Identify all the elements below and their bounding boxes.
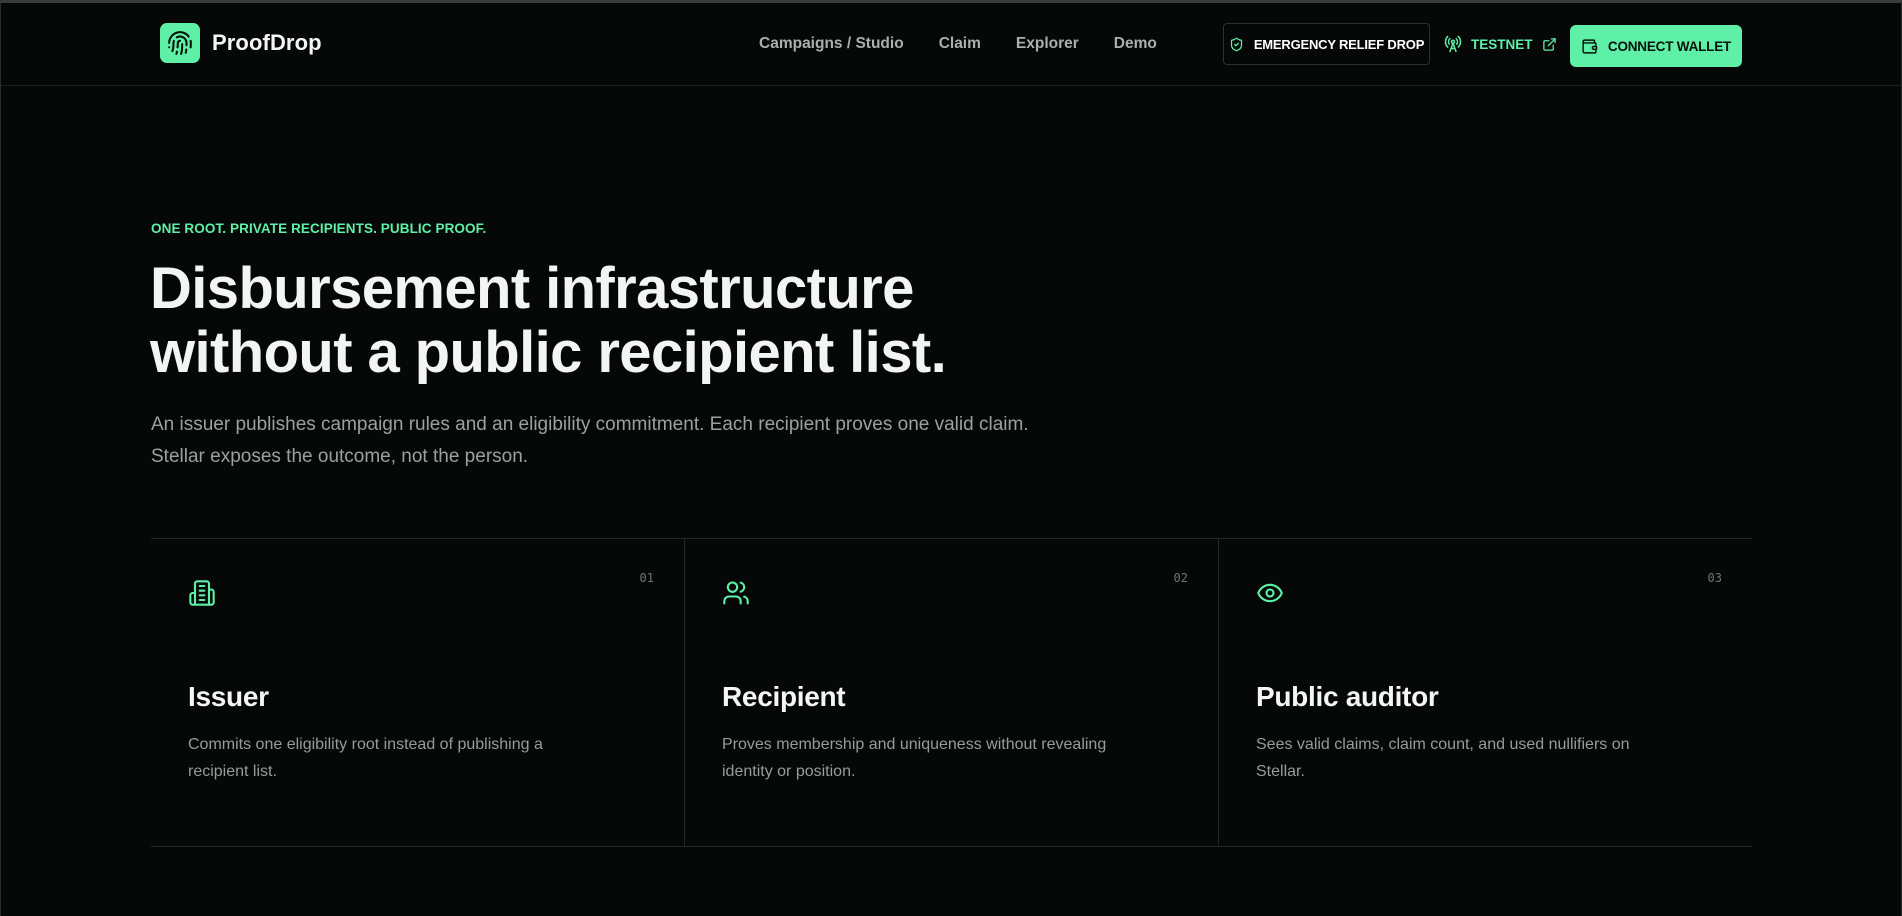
hero-subtext: An issuer publishes campaign rules and a… (151, 414, 1029, 467)
fingerprint-logo-icon (160, 23, 200, 63)
card-title: Recipient (722, 681, 846, 712)
role-cards: 01 Issuer Commits one eligibility root i… (151, 538, 1752, 847)
connect-wallet-label: CONNECT WALLET (1607, 38, 1732, 54)
campaign-badge: EMERGENCY RELIEF DROP (1223, 23, 1430, 65)
nav-demo[interactable]: Demo (1114, 35, 1157, 53)
app-window: ProofDrop Campaigns / Studio Claim Explo… (0, 0, 1902, 916)
card-description: Sees valid claims, claim count, and used… (1256, 736, 1630, 780)
nav-explorer[interactable]: Explorer (1016, 35, 1079, 53)
role-card-recipient: 02 Recipient Proves membership and uniqu… (684, 539, 1218, 846)
card-description: Commits one eligibility root instead of … (188, 736, 543, 780)
card-number: 01 (639, 571, 654, 585)
hero-eyebrow: ONE ROOT. PRIVATE RECIPIENTS. PUBLIC PRO… (151, 221, 487, 236)
testnet-label: TESTNET (1471, 36, 1533, 52)
card-number: 03 (1707, 571, 1722, 585)
nav-campaigns-studio[interactable]: Campaigns / Studio (759, 35, 904, 53)
role-card-public-auditor: 03 Public auditor Sees valid claims, cla… (1218, 539, 1752, 846)
nav-claim[interactable]: Claim (939, 35, 981, 53)
hero-headline: Disbursement infrastructure without a pu… (150, 257, 1150, 385)
headline-line-2: without a public recipient list. (150, 320, 947, 385)
antenna-signal-icon (1444, 35, 1462, 53)
brand-name: ProofDrop (212, 30, 322, 55)
brand-home-link[interactable]: ProofDrop (160, 23, 322, 63)
role-card-issuer: 01 Issuer Commits one eligibility root i… (151, 539, 684, 846)
campaign-badge-label: EMERGENCY RELIEF DROP (1253, 36, 1425, 52)
eye-icon (1257, 583, 1283, 603)
card-description: Proves membership and uniqueness without… (722, 736, 1107, 780)
external-link-icon (1542, 37, 1556, 51)
wallet-icon (1582, 38, 1598, 54)
headline-line-1: Disbursement infrastructure (150, 256, 914, 321)
card-number: 02 (1173, 571, 1188, 585)
testnet-link[interactable]: TESTNET (1444, 23, 1557, 65)
shield-check-icon (1230, 37, 1242, 51)
top-navigation-bar: ProofDrop Campaigns / Studio Claim Explo… (1, 3, 1901, 86)
main-nav: Campaigns / Studio Claim Explorer Demo (759, 35, 1157, 53)
card-title: Issuer (188, 681, 269, 712)
building-icon (189, 580, 215, 606)
connect-wallet-button[interactable]: CONNECT WALLET (1570, 25, 1742, 67)
card-title: Public auditor (1256, 681, 1439, 712)
users-icon (723, 581, 749, 605)
